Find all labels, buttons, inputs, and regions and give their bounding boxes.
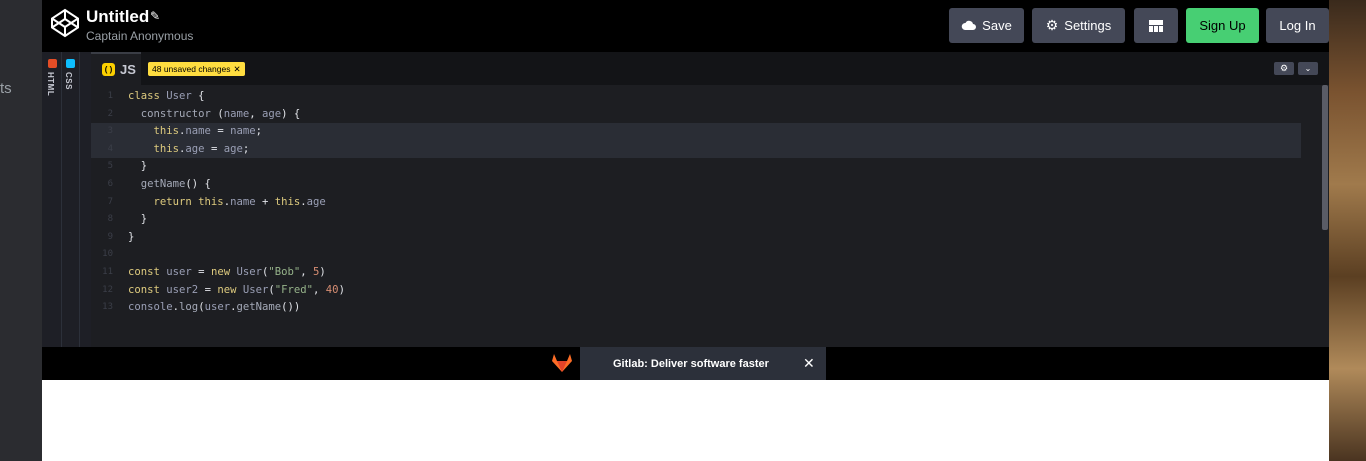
code-line[interactable]: 5 } <box>91 158 1301 176</box>
code-text: } <box>128 213 148 226</box>
html-icon <box>48 59 57 68</box>
code-line[interactable]: 2 constructor (name, age) { <box>91 106 1301 124</box>
line-number: 3 <box>107 126 113 137</box>
unsaved-changes-label: 48 unsaved changes <box>152 64 231 74</box>
unsaved-changes-badge[interactable]: 48 unsaved changes ✕ <box>148 62 245 76</box>
line-number: 2 <box>107 108 113 119</box>
code-line[interactable]: 12 const user2 = new User("Fred", 40) <box>91 282 1301 300</box>
code-line[interactable]: 4 this.age = age; <box>91 140 1301 159</box>
gear-icon: ⚙ <box>1045 17 1059 33</box>
header: Untitled ✎ Captain Anonymous Save ⚙ Sett… <box>42 0 1329 52</box>
codepen-app: Untitled ✎ Captain Anonymous Save ⚙ Sett… <box>42 0 1329 461</box>
line-number: 12 <box>102 284 113 295</box>
editor-scrollbar-thumb[interactable] <box>1322 85 1328 230</box>
line-number: 4 <box>107 143 113 154</box>
code-line[interactable]: 9} <box>91 229 1301 247</box>
editor-settings-gear-icon[interactable]: ⚙ <box>1274 62 1294 75</box>
chevron-down-icon[interactable]: ⌄ <box>1298 62 1318 75</box>
change-view-button[interactable] <box>1134 8 1178 43</box>
left-background-strip: ts <box>0 0 42 461</box>
log-in-button[interactable]: Log In <box>1266 8 1329 43</box>
code-text: const user2 = new User("Fred", 40) <box>128 283 345 296</box>
settings-label: Settings <box>1064 18 1112 33</box>
css-icon <box>66 59 75 68</box>
code-text: } <box>128 230 135 243</box>
code-text: this.name = name; <box>153 125 262 138</box>
tab-js-label: JS <box>120 62 136 77</box>
code-line[interactable]: 8 } <box>91 211 1301 229</box>
js-editor: ( ) JS 48 unsaved changes ✕ ⚙ ⌄ 1 class U… <box>91 52 1329 347</box>
author-name: Captain Anonymous <box>86 29 194 43</box>
ad-text: Gitlab: Deliver software faster <box>613 357 769 370</box>
save-button[interactable]: Save <box>949 8 1024 43</box>
save-label: Save <box>982 18 1012 33</box>
code-line[interactable]: 6 getName() { <box>91 176 1301 194</box>
code-area[interactable]: 1 class User { 2 constructor (name, age) {… <box>91 85 1329 347</box>
edit-title-pencil-icon[interactable]: ✎ <box>150 9 160 23</box>
layout-icon <box>1149 19 1163 32</box>
code-text: constructor (name, age) { <box>140 107 301 120</box>
js-icon: ( ) <box>102 63 115 76</box>
code-line[interactable]: 3 this.name = name; <box>91 123 1301 141</box>
pen-title[interactable]: Untitled <box>86 7 149 27</box>
close-icon[interactable]: ✕ <box>803 355 815 372</box>
code-line[interactable]: 10 <box>91 246 1301 264</box>
code-text: class User { <box>128 90 205 102</box>
code-text: this.age = age; <box>153 142 250 155</box>
ad-bar: Gitlab: Deliver software faster ✕ <box>42 347 1329 380</box>
close-icon[interactable]: ✕ <box>233 64 240 75</box>
line-number: 8 <box>107 214 113 225</box>
code-text: console.log(user.getName()) <box>128 301 301 314</box>
line-number: 10 <box>102 249 113 260</box>
gitlab-fox-icon <box>552 354 572 372</box>
code-text: return this.name + this.age <box>153 195 326 208</box>
background-text-fragment: ts <box>0 80 12 97</box>
line-number: 9 <box>107 231 113 242</box>
line-number: 6 <box>107 179 113 189</box>
editor-header: ( ) JS 48 unsaved changes ✕ ⚙ ⌄ <box>91 52 1329 85</box>
line-number: 11 <box>102 267 113 277</box>
code-line[interactable]: 11 const user = new User("Bob", 5) <box>91 264 1301 282</box>
code-line[interactable]: 13 console.log(user.getName()) <box>91 299 1301 317</box>
settings-button[interactable]: ⚙ Settings <box>1032 8 1125 43</box>
line-number: 1 <box>107 91 113 101</box>
collapsed-editor-tabs: HTML CSS <box>42 52 91 347</box>
sign-up-button[interactable]: Sign Up <box>1186 8 1259 43</box>
line-number: 7 <box>107 196 113 207</box>
preview-pane[interactable] <box>42 380 1329 461</box>
tab-html-label: HTML <box>46 72 55 97</box>
tab-css-label: CSS <box>64 72 73 90</box>
code-line[interactable]: 7 return this.name + this.age <box>91 194 1301 212</box>
code-text: } <box>128 160 148 173</box>
code-text: const user = new User("Bob", 5) <box>128 266 326 278</box>
line-number: 13 <box>102 302 113 313</box>
code-text: getName() { <box>140 178 211 190</box>
ad-banner[interactable]: Gitlab: Deliver software faster <box>580 347 826 380</box>
code-line[interactable]: 1 class User { <box>91 88 1301 106</box>
tab-css[interactable]: CSS <box>62 52 80 347</box>
line-number: 5 <box>107 161 113 172</box>
cloud-icon <box>961 20 977 30</box>
tab-html[interactable]: HTML <box>44 52 62 347</box>
right-background-strip <box>1329 0 1366 461</box>
codepen-logo-icon[interactable] <box>50 8 80 38</box>
tab-js[interactable]: ( ) JS <box>91 52 141 85</box>
